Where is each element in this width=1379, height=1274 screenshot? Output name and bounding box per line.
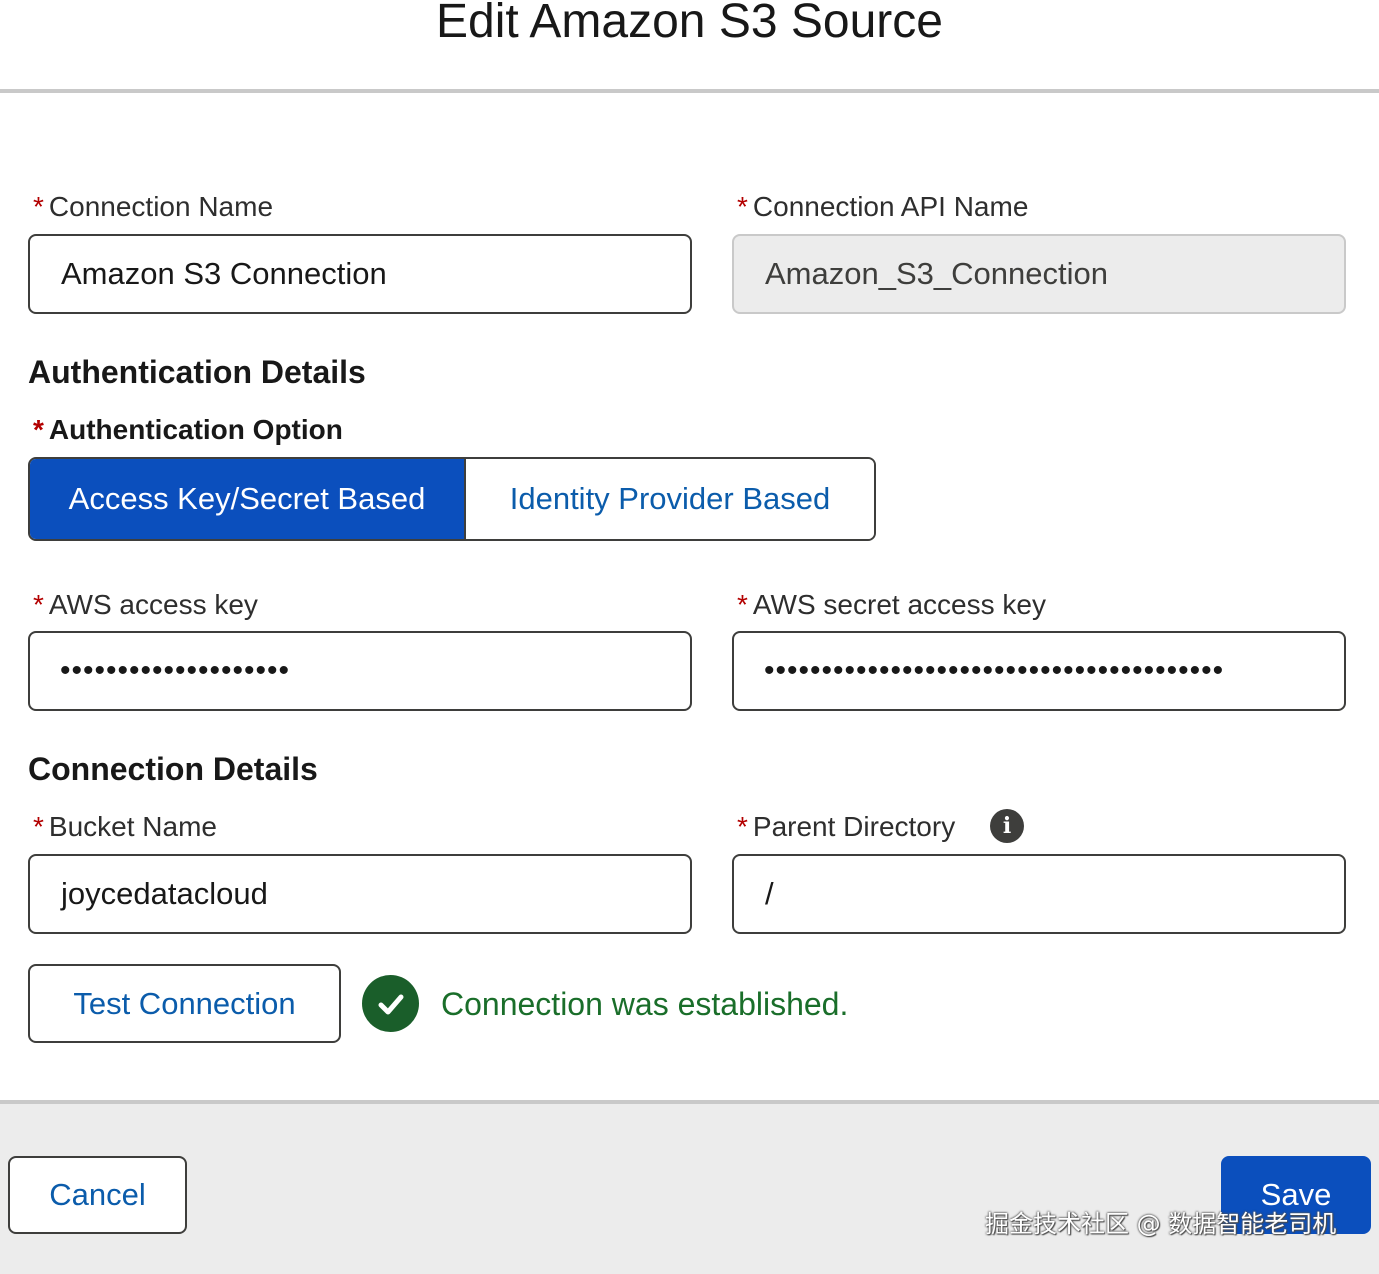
authentication-option-label: * Authentication Option	[33, 414, 343, 445]
required-marker: *	[737, 589, 748, 620]
connection-name-input[interactable]: Amazon S3 Connection	[28, 234, 692, 314]
modal-title: Edit Amazon S3 Source	[436, 0, 943, 48]
connection-api-name-label: * Connection API Name	[737, 191, 1029, 222]
info-icon[interactable]: i	[990, 809, 1024, 843]
bucket-name-label: * Bucket Name	[33, 811, 217, 842]
authentication-details-heading: Authentication Details	[28, 354, 366, 390]
test-connection-button[interactable]: Test Connection	[28, 964, 341, 1043]
aws-secret-access-key-label: * AWS secret access key	[737, 589, 1046, 620]
bucket-name-input[interactable]: joycedatacloud	[28, 854, 692, 934]
connection-name-label: * Connection Name	[33, 191, 274, 222]
connection-details-heading: Connection Details	[28, 751, 318, 787]
required-marker: *	[33, 589, 44, 620]
required-marker: *	[737, 191, 748, 222]
parent-directory-label: * Parent Directory	[737, 811, 956, 842]
aws-access-key-label: * AWS access key	[33, 589, 258, 620]
required-marker: *	[33, 414, 44, 445]
access-key-secret-option[interactable]: Access Key/Secret Based	[30, 459, 464, 539]
modal-header: Edit Amazon S3 Source	[0, 0, 1379, 93]
authentication-option-toggle: Access Key/Secret Based Identity Provide…	[28, 457, 876, 541]
connection-status-text: Connection was established.	[441, 986, 849, 1022]
required-marker: *	[33, 191, 44, 222]
aws-access-key-input[interactable]: ••••••••••••••••••••	[28, 631, 692, 711]
modal-footer: Cancel Save	[0, 1100, 1379, 1274]
watermark: 掘金技术社区 @ 数据智能老司机	[985, 1210, 1337, 1238]
aws-secret-access-key-input[interactable]: ••••••••••••••••••••••••••••••••••••••••	[732, 631, 1346, 711]
identity-provider-option[interactable]: Identity Provider Based	[464, 459, 874, 539]
cancel-button[interactable]: Cancel	[8, 1156, 187, 1234]
parent-directory-input[interactable]: /	[732, 854, 1346, 934]
required-marker: *	[33, 811, 44, 842]
connection-api-name-input: Amazon_S3_Connection	[732, 234, 1346, 314]
check-circle-icon	[362, 975, 419, 1032]
required-marker: *	[737, 811, 748, 842]
